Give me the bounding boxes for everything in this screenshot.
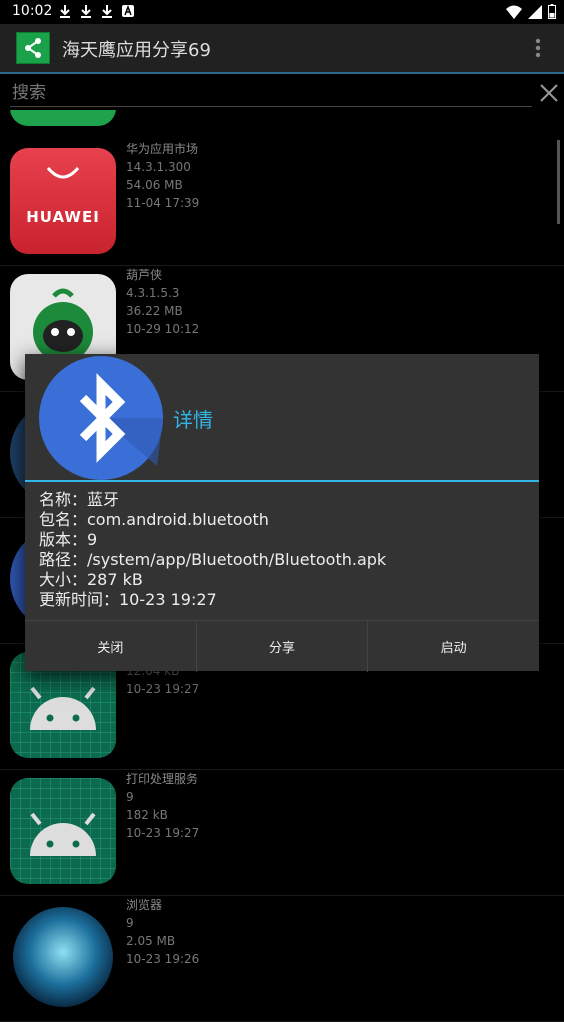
dialog-button-bar: 关闭 分享 启动 (25, 620, 539, 672)
detail-package: 包名：com.android.bluetooth (39, 510, 269, 529)
app-title: 海天鹰应用分享69 (62, 40, 211, 61)
app-version: 9 (126, 916, 134, 930)
app-version: 4.3.1.5.3 (126, 286, 180, 300)
download-icon (81, 5, 91, 18)
app-name: 葫芦侠 (126, 268, 163, 282)
detail-size: 大小：287 kB (39, 570, 143, 589)
app-date: 10-29 10:12 (126, 322, 200, 336)
detail-updated: 更新时间：10-23 19:27 (39, 590, 217, 609)
app-name: 打印处理服务 (126, 772, 199, 786)
dialog-details: 名称：蓝牙 包名：com.android.bluetooth 版本：9 路径：/… (39, 490, 386, 610)
dialog-header: 详情 (25, 354, 539, 480)
status-time: 10:02 (12, 3, 53, 19)
app-version: 14.3.1.300 (126, 160, 191, 174)
bluetooth-icon (39, 356, 163, 480)
scrollbar[interactable] (557, 140, 560, 224)
android-icon (10, 778, 116, 884)
download-icon (60, 5, 70, 18)
huawei-icon: HUAWEI (10, 148, 116, 254)
app-date: 10-23 19:26 (126, 952, 200, 966)
detail-path: 路径：/system/app/Bluetooth/Bluetooth.apk (39, 550, 387, 569)
app-size: 2.05 MB (126, 934, 176, 948)
overflow-menu-icon[interactable] (534, 38, 542, 58)
wifi-icon (506, 5, 522, 19)
browser-icon (10, 904, 116, 1010)
app-size: 182 kB (126, 808, 168, 822)
battery-icon (548, 4, 556, 19)
app-bar-divider (0, 72, 564, 74)
details-dialog: 详情 名称：蓝牙 包名：com.android.bluetooth 版本：9 路… (25, 354, 539, 672)
app-name: 华为应用市场 (126, 142, 199, 156)
detail-version: 版本：9 (39, 530, 98, 549)
signal-icon (528, 4, 542, 19)
detail-name: 名称：蓝牙 (39, 490, 120, 509)
dialog-title: 详情 (173, 408, 213, 432)
huawei-wordmark: HUAWEI (26, 208, 100, 226)
search-input[interactable] (10, 80, 532, 107)
launch-button[interactable]: 启动 (368, 621, 539, 672)
status-bar: 10:02 (0, 0, 564, 24)
share-logo-icon[interactable] (16, 32, 50, 64)
app-bar: 海天鹰应用分享69 (0, 24, 564, 72)
list-item[interactable]: HUAWEI 华为应用市场 14.3.1.300 54.06 MB 11-04 … (0, 140, 564, 266)
partial-app-icon (10, 110, 116, 128)
app-notification-icon (122, 4, 134, 17)
system-status-icons (506, 4, 556, 19)
close-icon[interactable] (540, 84, 558, 102)
app-size: 36.22 MB (126, 304, 183, 318)
app-date: 10-23 19:27 (126, 682, 200, 696)
download-icon (102, 5, 112, 18)
dialog-title-divider (25, 480, 539, 482)
list-item[interactable]: 打印处理服务 9 182 kB 10-23 19:27 (0, 770, 564, 896)
notification-icons (58, 4, 135, 18)
app-date: 10-23 19:27 (126, 826, 200, 840)
close-button[interactable]: 关闭 (25, 621, 197, 672)
share-button[interactable]: 分享 (197, 621, 369, 672)
list-item[interactable]: 浏览器 9 2.05 MB 10-23 19:26 (0, 896, 564, 1022)
app-size: 54.06 MB (126, 178, 183, 192)
app-version: 9 (126, 790, 134, 804)
app-date: 11-04 17:39 (126, 196, 200, 210)
app-name: 浏览器 (126, 898, 163, 912)
